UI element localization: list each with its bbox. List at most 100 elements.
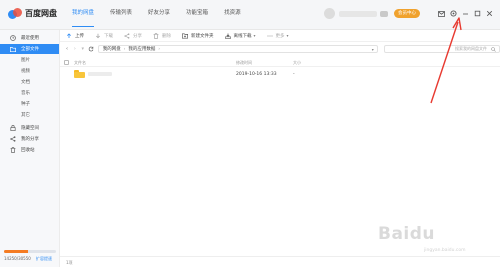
- row-size: -: [293, 71, 295, 77]
- baidu-cloud-logo-icon: [8, 8, 22, 19]
- main-nav: 我的网盘 传输列表 好友分享 功能宝箱 找资源: [64, 0, 249, 30]
- trash-icon: [153, 32, 159, 39]
- sidebar-item-recent[interactable]: 最近使用: [0, 33, 59, 43]
- sidebar: 最近使用 全部文件 图片 视频 文档 音乐 种子 其它 隐藏空间 我的分享 回收…: [0, 30, 60, 267]
- sidebar-item-videos[interactable]: 视频: [0, 66, 59, 76]
- expand-storage-link[interactable]: 扩容提速: [36, 256, 52, 262]
- storage-quota-fill: [4, 250, 29, 253]
- mail-icon[interactable]: [436, 9, 446, 19]
- settings-gear-icon[interactable]: [448, 9, 458, 19]
- offline-download-label: 离线下载: [233, 33, 252, 39]
- more-button[interactable]: 更多 ▾: [266, 33, 289, 39]
- close-icon[interactable]: [484, 9, 494, 19]
- file-name-redacted[interactable]: [88, 72, 112, 76]
- folder-icon: [9, 46, 16, 53]
- breadcrumb-separator-icon: ›: [123, 46, 126, 51]
- storage-quota-text: 14250/30550: [4, 256, 31, 261]
- title-bar-right: 会员中心: [324, 8, 494, 19]
- sidebar-item-label: 全部文件: [21, 47, 39, 52]
- sidebar-item-label: 最近使用: [21, 36, 39, 41]
- trash-icon: [9, 147, 16, 154]
- folder-icon: [74, 70, 85, 78]
- breadcrumb-separator-icon: ›: [158, 46, 160, 51]
- avatar[interactable]: [324, 8, 335, 19]
- refresh-icon[interactable]: [88, 45, 94, 52]
- item-count: 1项: [66, 260, 73, 265]
- sidebar-item-label: 图片: [21, 58, 30, 63]
- share-icon: [124, 32, 130, 39]
- vip-badge: [380, 10, 388, 17]
- sidebar-item-documents[interactable]: 文档: [0, 77, 59, 87]
- table-header: 文件名 修改时间 大小: [60, 57, 500, 67]
- back-arrow-icon[interactable]: ‹: [64, 45, 70, 52]
- sidebar-item-label: 文档: [21, 80, 30, 85]
- sidebar-item-images[interactable]: 图片: [0, 55, 59, 65]
- search-input[interactable]: 搜索我的网盘文件: [383, 44, 500, 53]
- delete-button[interactable]: 删除: [153, 32, 171, 39]
- column-header-name[interactable]: 文件名: [74, 60, 86, 66]
- download-icon: [95, 33, 101, 39]
- chevron-down-icon: ▾: [286, 33, 289, 38]
- download-label: 下载: [104, 33, 113, 39]
- breadcrumb-current[interactable]: 我的应用数据: [128, 46, 155, 52]
- breadcrumb-root[interactable]: 我的网盘: [103, 46, 121, 52]
- sidebar-item-recycle-bin[interactable]: 回收站: [0, 145, 59, 155]
- more-label: 更多: [275, 33, 285, 39]
- select-all-checkbox[interactable]: [64, 59, 69, 65]
- sidebar-item-label: 种子: [21, 102, 30, 107]
- watermark-site-text: jingyan.baidu.com: [424, 248, 466, 253]
- sidebar-item-my-shares[interactable]: 我的分享: [0, 134, 59, 144]
- column-header-size[interactable]: 大小: [293, 60, 301, 66]
- search-icon[interactable]: [491, 46, 496, 52]
- path-dropdown-icon[interactable]: ▾: [372, 47, 374, 52]
- new-folder-button[interactable]: 新建文件夹: [182, 32, 214, 39]
- delete-label: 删除: [162, 33, 171, 39]
- sidebar-item-other[interactable]: 其它: [0, 110, 59, 120]
- tab-transfer-list[interactable]: 传输列表: [102, 0, 140, 30]
- tab-friend-share[interactable]: 好友分享: [140, 0, 178, 30]
- storage-quota-bar: [4, 250, 56, 253]
- sidebar-item-torrents[interactable]: 种子: [0, 99, 59, 109]
- download-button[interactable]: 下载: [95, 33, 113, 39]
- new-folder-icon: [182, 32, 188, 39]
- app-logo-text: 百度网盘: [25, 9, 57, 18]
- forward-arrow-icon[interactable]: ›: [72, 45, 78, 52]
- share-label: 分享: [133, 33, 142, 39]
- sidebar-item-all-files[interactable]: 全部文件: [0, 44, 59, 54]
- member-center-button[interactable]: 会员中心: [394, 9, 420, 18]
- path-bar: ‹ › ▾ 我的网盘 › 我的应用数据 › ▾ 搜索我的网盘文件: [60, 43, 500, 54]
- watermark-logo-text: Baidu: [378, 224, 436, 244]
- history-dropdown-icon[interactable]: ▾: [80, 45, 86, 52]
- file-toolbar: 上传 下载 分享 删除 新建文件夹 离线下载 ▾ 更多 ▾: [60, 30, 500, 42]
- upload-icon: [66, 32, 72, 39]
- sidebar-item-music[interactable]: 音乐: [0, 88, 59, 98]
- offline-download-icon: [224, 33, 231, 39]
- maximize-icon[interactable]: [472, 9, 482, 19]
- upload-button[interactable]: 上传: [66, 32, 84, 39]
- new-folder-label: 新建文件夹: [191, 33, 214, 39]
- sidebar-item-label: 视频: [21, 69, 30, 74]
- sidebar-item-hidden-space[interactable]: 隐藏空间: [0, 123, 59, 133]
- share-button[interactable]: 分享: [124, 32, 142, 39]
- sidebar-item-label: 回收站: [21, 148, 35, 153]
- tab-find-resources[interactable]: 找资源: [216, 0, 249, 30]
- app-logo: 百度网盘: [8, 8, 57, 19]
- share-icon: [9, 136, 16, 143]
- tab-my-netdisk[interactable]: 我的网盘: [64, 0, 102, 30]
- column-header-modified[interactable]: 修改时间: [236, 60, 252, 66]
- sidebar-item-label: 我的分享: [21, 137, 39, 142]
- tab-toolbox[interactable]: 功能宝箱: [178, 0, 216, 30]
- chevron-down-icon: ▾: [253, 33, 256, 38]
- offline-download-button[interactable]: 离线下载 ▾: [224, 33, 256, 39]
- clock-icon: [9, 35, 16, 42]
- upload-label: 上传: [75, 33, 84, 39]
- breadcrumb[interactable]: 我的网盘 › 我的应用数据 › ▾: [97, 44, 378, 53]
- table-row[interactable]: 2019-10-16 13:33 -: [60, 68, 500, 80]
- search-placeholder: 搜索我的网盘文件: [455, 45, 488, 51]
- username-redacted[interactable]: [339, 10, 377, 17]
- more-icon: [266, 33, 273, 39]
- sidebar-item-label: 隐藏空间: [21, 126, 39, 131]
- title-bar: 百度网盘 我的网盘 传输列表 好友分享 功能宝箱 找资源 会员中心: [0, 0, 500, 30]
- minimize-icon[interactable]: [460, 9, 470, 19]
- baidu-watermark: Baidu jingyan.baidu.com: [378, 218, 488, 258]
